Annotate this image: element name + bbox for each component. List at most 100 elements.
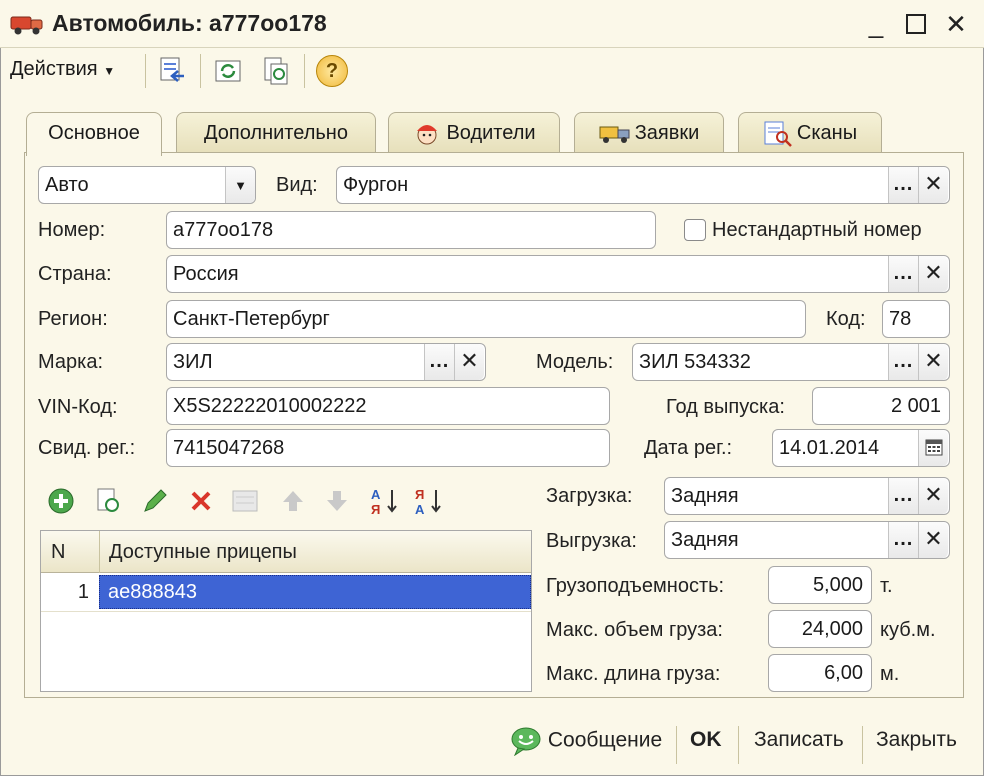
- edit-pencil-icon[interactable]: [140, 486, 170, 516]
- kind-field[interactable]: Фургон: [336, 166, 950, 204]
- svg-text:Я: Я: [415, 487, 424, 502]
- statusbar-separator: [738, 726, 739, 764]
- nonstandard-number-checkbox[interactable]: [684, 219, 706, 241]
- sort-descending-icon[interactable]: Я A: [414, 486, 444, 516]
- nonstandard-number-label: Нестандартный номер: [712, 219, 922, 241]
- year-label: Год выпуска:: [666, 396, 785, 418]
- close-button[interactable]: Закрыть: [876, 728, 957, 752]
- clear-unloading-button[interactable]: ✕: [918, 522, 948, 558]
- svg-text:Я: Я: [371, 502, 380, 516]
- select-loading-button[interactable]: ...: [888, 478, 918, 514]
- tab-main[interactable]: Основное: [26, 112, 162, 156]
- message-button[interactable]: Сообщение: [510, 726, 662, 757]
- volume-label: Макс. объем груза:: [546, 619, 723, 641]
- brand-value: ЗИЛ: [173, 351, 213, 373]
- clear-brand-button[interactable]: ✕: [454, 344, 484, 380]
- tab-label: Дополнительно: [204, 122, 348, 144]
- capacity-unit: т.: [880, 575, 893, 597]
- length-value: 6,00: [824, 662, 863, 684]
- select-model-button[interactable]: ...: [888, 344, 918, 380]
- type-select[interactable]: Авто: [38, 166, 256, 204]
- statusbar-separator: [862, 726, 863, 764]
- toolbar-separator: [145, 54, 146, 88]
- minimize-button[interactable]: _: [858, 8, 894, 40]
- reg-cert-field[interactable]: 7415047268: [166, 429, 610, 467]
- window-title: Автомобиль: а777оо178: [52, 10, 327, 36]
- save-button[interactable]: Записать: [754, 728, 844, 752]
- tab-label: Сканы: [796, 122, 858, 144]
- sort-ascending-icon[interactable]: A Я: [370, 486, 400, 516]
- tab-label: Водители: [446, 122, 536, 144]
- dropdown-button[interactable]: ▼: [225, 167, 255, 203]
- length-field[interactable]: 6,00: [768, 654, 872, 692]
- chevron-down-icon: ▼: [103, 64, 116, 78]
- clear-model-button[interactable]: ✕: [918, 344, 948, 380]
- region-field[interactable]: Санкт-Петербург: [166, 300, 806, 338]
- maximize-icon: [906, 14, 926, 34]
- refresh-icon[interactable]: [214, 56, 242, 86]
- post-document-icon[interactable]: [158, 56, 186, 86]
- select-country-button[interactable]: ...: [888, 256, 918, 292]
- region-label: Регион:: [38, 308, 108, 330]
- help-button[interactable]: ?: [316, 55, 348, 87]
- tab-label: Заявки: [634, 122, 700, 144]
- code-field[interactable]: 78: [882, 300, 950, 338]
- code-label: Код:: [826, 308, 866, 330]
- country-field[interactable]: Россия: [166, 255, 950, 293]
- add-icon[interactable]: [46, 486, 76, 516]
- reg-cert-label: Свид. рег.:: [38, 437, 136, 459]
- unloading-label: Выгрузка:: [546, 530, 637, 552]
- ok-button[interactable]: OK: [690, 728, 722, 752]
- svg-text:A: A: [371, 487, 381, 502]
- select-unloading-button[interactable]: ...: [888, 522, 918, 558]
- volume-field[interactable]: 24,000: [768, 610, 872, 648]
- trailers-table[interactable]: N Доступные прицепы 1 ае888843: [40, 530, 532, 692]
- capacity-label: Грузоподъемность:: [546, 575, 725, 597]
- calendar-button[interactable]: [918, 430, 948, 466]
- number-field[interactable]: а777оо178: [166, 211, 656, 249]
- structure-icon[interactable]: [262, 56, 290, 86]
- model-label: Модель:: [536, 351, 614, 373]
- statusbar-separator: [676, 726, 677, 764]
- tab-label: Основное: [48, 122, 140, 144]
- code-value: 78: [889, 308, 912, 330]
- tab-scans[interactable]: Сканы: [738, 112, 882, 154]
- tab-requests[interactable]: Заявки: [574, 112, 724, 154]
- tab-additional[interactable]: Дополнительно: [176, 112, 376, 154]
- unloading-value: Задняя: [671, 529, 739, 551]
- end-edit-icon: [232, 490, 258, 512]
- delete-icon[interactable]: [186, 486, 216, 516]
- table-row[interactable]: 1 ае888843: [41, 575, 531, 611]
- actions-menu[interactable]: Действия ▼: [10, 58, 115, 81]
- region-value: Санкт-Петербург: [173, 308, 330, 330]
- clear-loading-button[interactable]: ✕: [918, 478, 948, 514]
- row-number: 1: [77, 581, 89, 603]
- calendar-icon: [925, 439, 942, 456]
- close-window-button[interactable]: ✕: [938, 8, 974, 40]
- row-divider: [41, 611, 531, 612]
- capacity-value: 5,000: [812, 574, 863, 596]
- column-header-n[interactable]: N: [51, 541, 65, 564]
- volume-unit: куб.м.: [880, 619, 936, 641]
- select-kind-button[interactable]: ...: [888, 167, 918, 203]
- copy-icon[interactable]: [94, 486, 124, 516]
- country-label: Страна:: [38, 263, 112, 285]
- year-field[interactable]: 2 001: [812, 387, 950, 425]
- tab-drivers[interactable]: Водители: [388, 112, 560, 154]
- vin-field[interactable]: X5S22222010002222: [166, 387, 610, 425]
- column-divider: [99, 531, 100, 573]
- trailer-name: ае888843: [108, 581, 197, 603]
- trailer-cell-selected[interactable]: ае888843: [99, 575, 531, 609]
- move-up-icon: [283, 491, 303, 511]
- select-brand-button[interactable]: ...: [424, 344, 454, 380]
- driver-icon: [417, 124, 438, 145]
- vin-label: VIN-Код:: [38, 396, 118, 418]
- clear-country-button[interactable]: ✕: [918, 256, 948, 292]
- column-header-trailers[interactable]: Доступные прицепы: [109, 541, 297, 564]
- volume-value: 24,000: [801, 618, 863, 640]
- maximize-button[interactable]: [898, 8, 934, 40]
- capacity-field[interactable]: 5,000: [768, 566, 872, 604]
- model-value: ЗИЛ 534332: [639, 351, 751, 373]
- clear-kind-button[interactable]: ✕: [918, 167, 948, 203]
- loading-label: Загрузка:: [546, 485, 633, 507]
